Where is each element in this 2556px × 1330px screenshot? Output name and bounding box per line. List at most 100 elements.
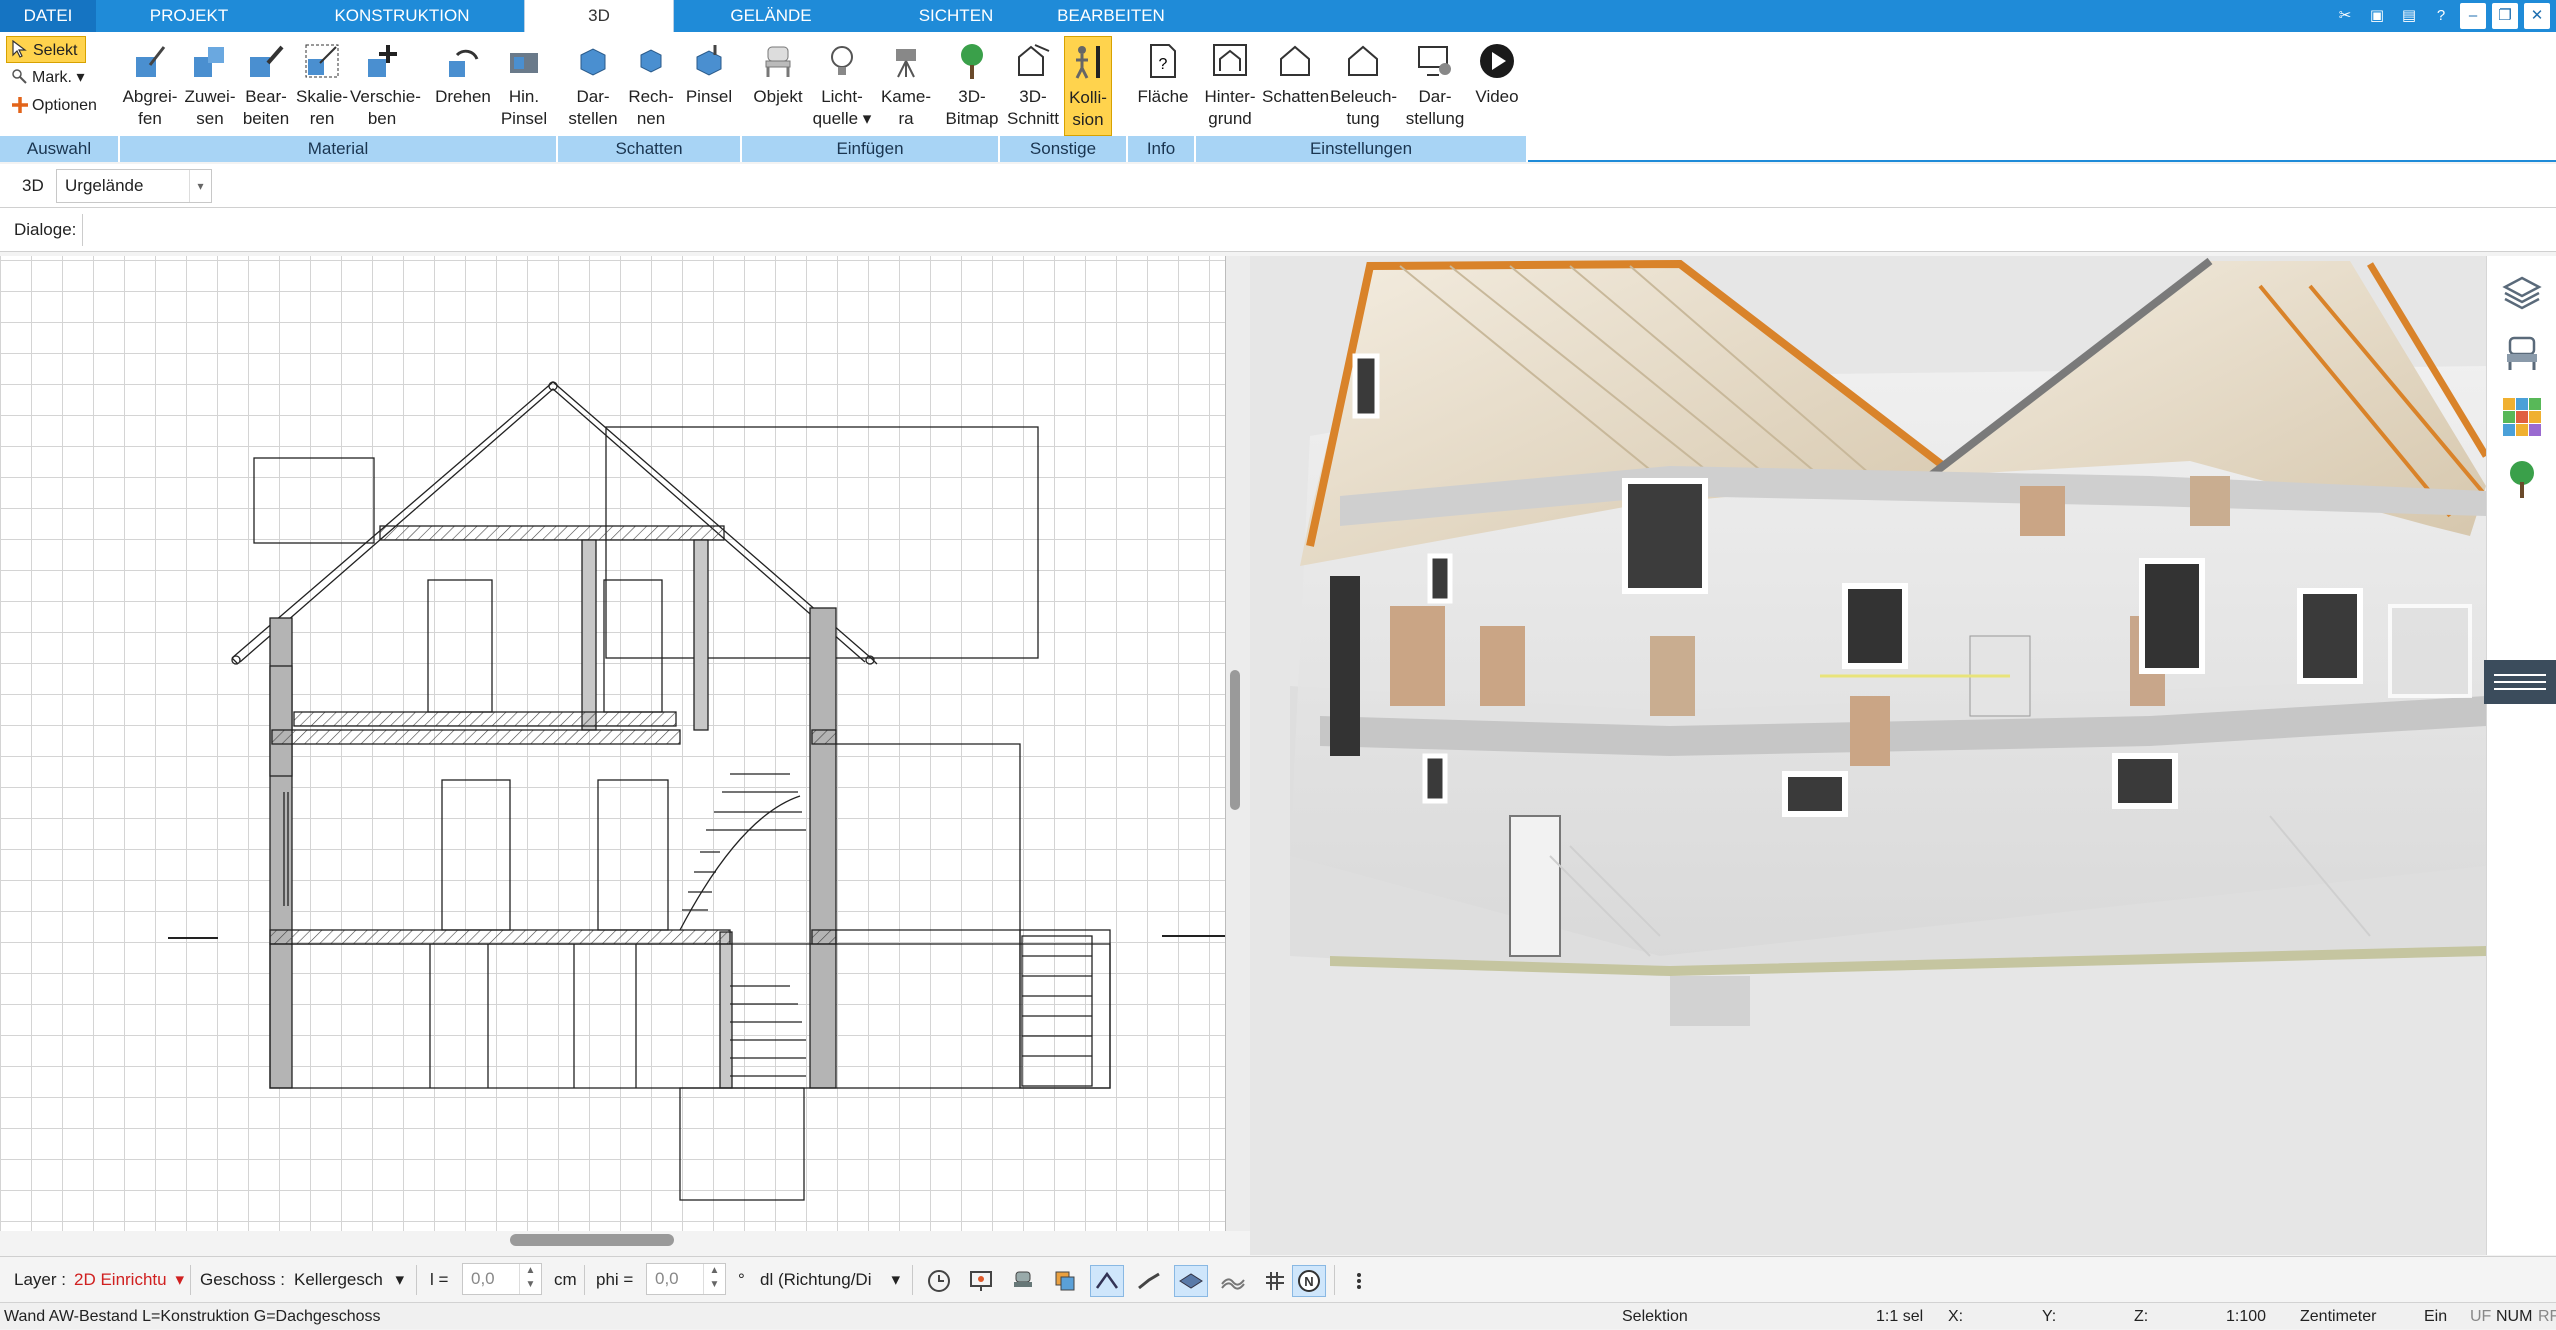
chevron-down-icon: ▾	[395, 1270, 404, 1289]
ribbon-button-background[interactable]: Hinter-grund	[1198, 36, 1262, 136]
ribbon-button-collision[interactable]: Kolli-sion	[1064, 36, 1112, 136]
ribbon-button-label: tung	[1346, 109, 1380, 128]
furniture-tool-icon[interactable]	[1006, 1265, 1040, 1297]
ribbon-button-move[interactable]: Verschie-ben	[350, 36, 421, 136]
mark-button[interactable]: Mark. ▾	[6, 64, 84, 91]
tab-bearbeiten[interactable]: BEARBEITEN	[1046, 0, 1176, 32]
minimize-button[interactable]: ‒	[2460, 3, 2486, 29]
ribbon-button-label: nen	[636, 109, 666, 128]
ribbon-button-label: sion	[1072, 110, 1104, 129]
ribbon-button-label: Objekt	[753, 87, 803, 106]
window-tile-icon[interactable]: ▤	[2396, 3, 2422, 29]
side-menu-button[interactable]	[2484, 660, 2556, 704]
optionen-button[interactable]: Optionen	[6, 92, 97, 119]
ribbon-button-lightbulb[interactable]: Licht-quelle ▾	[812, 36, 872, 136]
tab-gelaende[interactable]: GELÄNDE	[676, 0, 866, 32]
ribbon-button-edit-material[interactable]: Bear-beiten	[238, 36, 294, 136]
length-value: 0,0	[471, 1269, 495, 1288]
view-3d[interactable]	[1250, 256, 2486, 1255]
stairs-tool-icon[interactable]	[1132, 1265, 1166, 1297]
ribbon-button-area[interactable]: ? Fläche	[1130, 36, 1196, 136]
horizontal-scrollbar[interactable]	[510, 1234, 674, 1246]
shadow-display-icon	[564, 36, 622, 86]
tab-sichten[interactable]: SICHTEN	[866, 0, 1046, 32]
geschoss-dropdown[interactable]: Kellergesch ▾	[294, 1257, 404, 1303]
tab-datei[interactable]: DATEI	[0, 0, 96, 32]
ribbon-button-house-light[interactable]: Beleuch-tung	[1330, 36, 1397, 136]
tab-3d[interactable]: 3D	[524, 0, 674, 32]
separator	[416, 1265, 417, 1295]
ribbon-button-camera[interactable]: Kame-ra	[872, 36, 940, 136]
tab-projekt[interactable]: PROJEKT	[96, 0, 282, 32]
presentation-icon[interactable]	[964, 1265, 998, 1297]
tree-icon	[944, 36, 1000, 86]
group-auswahl: Auswahl	[0, 136, 120, 162]
ribbon-button-label: Drehen	[435, 87, 491, 106]
status-rf: RF	[2538, 1308, 2556, 1325]
background-icon	[1198, 36, 1262, 86]
ribbon-button-section[interactable]: 3D- Schnitt	[1006, 36, 1060, 136]
direction-dropdown[interactable]: dl (Richtung/Di ▾	[760, 1257, 900, 1303]
phi-label: phi =	[596, 1270, 634, 1289]
length-input[interactable]: 0,0 ▲ ▼	[462, 1263, 542, 1295]
stepper-icon[interactable]: ▲ ▼	[519, 1264, 541, 1294]
selekt-label: Selekt	[33, 42, 78, 59]
ribbon-button-eyedropper[interactable]: Abgrei-fen	[122, 36, 178, 136]
ribbon-button-label: Skalie-	[296, 87, 348, 106]
furniture-icon[interactable]	[2499, 330, 2545, 376]
plane-tool-icon[interactable]	[1174, 1265, 1208, 1297]
shadow-calc-icon	[620, 36, 682, 86]
ribbon-button-tree[interactable]: 3D- Bitmap	[944, 36, 1000, 136]
ribbon-button-label: grund	[1208, 109, 1252, 128]
ribbon-button-label: sen	[196, 109, 224, 128]
north-icon[interactable]: N	[1292, 1265, 1326, 1297]
plants-icon[interactable]	[2499, 456, 2545, 502]
plan-view-2d[interactable]	[0, 256, 1226, 1231]
group-material: Material	[120, 136, 558, 162]
terrain-dropdown[interactable]: Urgelände ▾	[56, 169, 212, 203]
ribbon-button-monitor-settings[interactable]: Dar-stellung	[1404, 36, 1466, 136]
close-button[interactable]: ✕	[2524, 3, 2550, 29]
ribbon-button-shadow-display[interactable]: Dar-stellen	[564, 36, 622, 136]
ribbon-button-label: beiten	[242, 109, 290, 128]
clock-icon[interactable]	[922, 1265, 956, 1297]
ribbon-button-play[interactable]: Video	[1470, 36, 1524, 136]
ribbon-button-brush[interactable]: Hin. Pinsel	[498, 36, 550, 136]
ribbon-button-label: ben	[367, 109, 397, 128]
cm-unit-label: cm	[554, 1270, 577, 1289]
vertical-scrollbar[interactable]	[1230, 670, 1240, 810]
ribbon-button-label: Zuwei-	[184, 87, 236, 106]
ribbon-button-scale[interactable]: Skalie-ren	[294, 36, 350, 136]
house-shadow-icon	[1262, 36, 1328, 86]
stepper-icon[interactable]: ▲ ▼	[703, 1264, 725, 1294]
group-info: Info	[1128, 136, 1196, 162]
restore-button[interactable]: ❐	[2492, 3, 2518, 29]
materials-icon[interactable]	[2499, 394, 2545, 440]
copy-icon[interactable]	[1048, 1265, 1082, 1297]
group-schatten: Schatten	[558, 136, 742, 162]
ribbon-button-label: Abgrei-	[122, 87, 178, 106]
layers-icon[interactable]	[2499, 270, 2545, 316]
ribbon-button-shadow-calc[interactable]: Rech-nen	[620, 36, 682, 136]
selekt-button[interactable]: Selekt	[6, 36, 86, 63]
tab-konstruktion[interactable]: KONSTRUKTION	[282, 0, 522, 32]
camera-icon	[872, 36, 940, 86]
ribbon-button-label: ren	[309, 109, 335, 128]
ribbon-button-chair[interactable]: Objekt	[746, 36, 810, 136]
length-label: l =	[430, 1270, 449, 1289]
angle-input[interactable]: 0,0 ▲ ▼	[646, 1263, 726, 1295]
terrain-tool-icon[interactable]	[1216, 1265, 1250, 1297]
help-icon[interactable]: ?	[2428, 3, 2454, 29]
layer-dropdown[interactable]: 2D Einrichtu ▾	[74, 1257, 184, 1303]
angle-value: 0,0	[655, 1269, 679, 1288]
ribbon-button-assign[interactable]: Zuwei-sen	[184, 36, 236, 136]
ribbon-button-shadow-brush[interactable]: Pinsel	[682, 36, 736, 136]
tools-icon[interactable]: ✂	[2332, 3, 2358, 29]
ribbon-button-rotate[interactable]: Drehen	[426, 36, 500, 136]
section-drawing	[168, 381, 1225, 1201]
window-restore-icon[interactable]: ▣	[2364, 3, 2390, 29]
roof-tool-icon[interactable]	[1090, 1265, 1124, 1297]
ribbon-button-house-shadow[interactable]: Schatten	[1262, 36, 1329, 136]
more-icon[interactable]	[1342, 1265, 1376, 1297]
grid-icon[interactable]	[1258, 1265, 1292, 1297]
